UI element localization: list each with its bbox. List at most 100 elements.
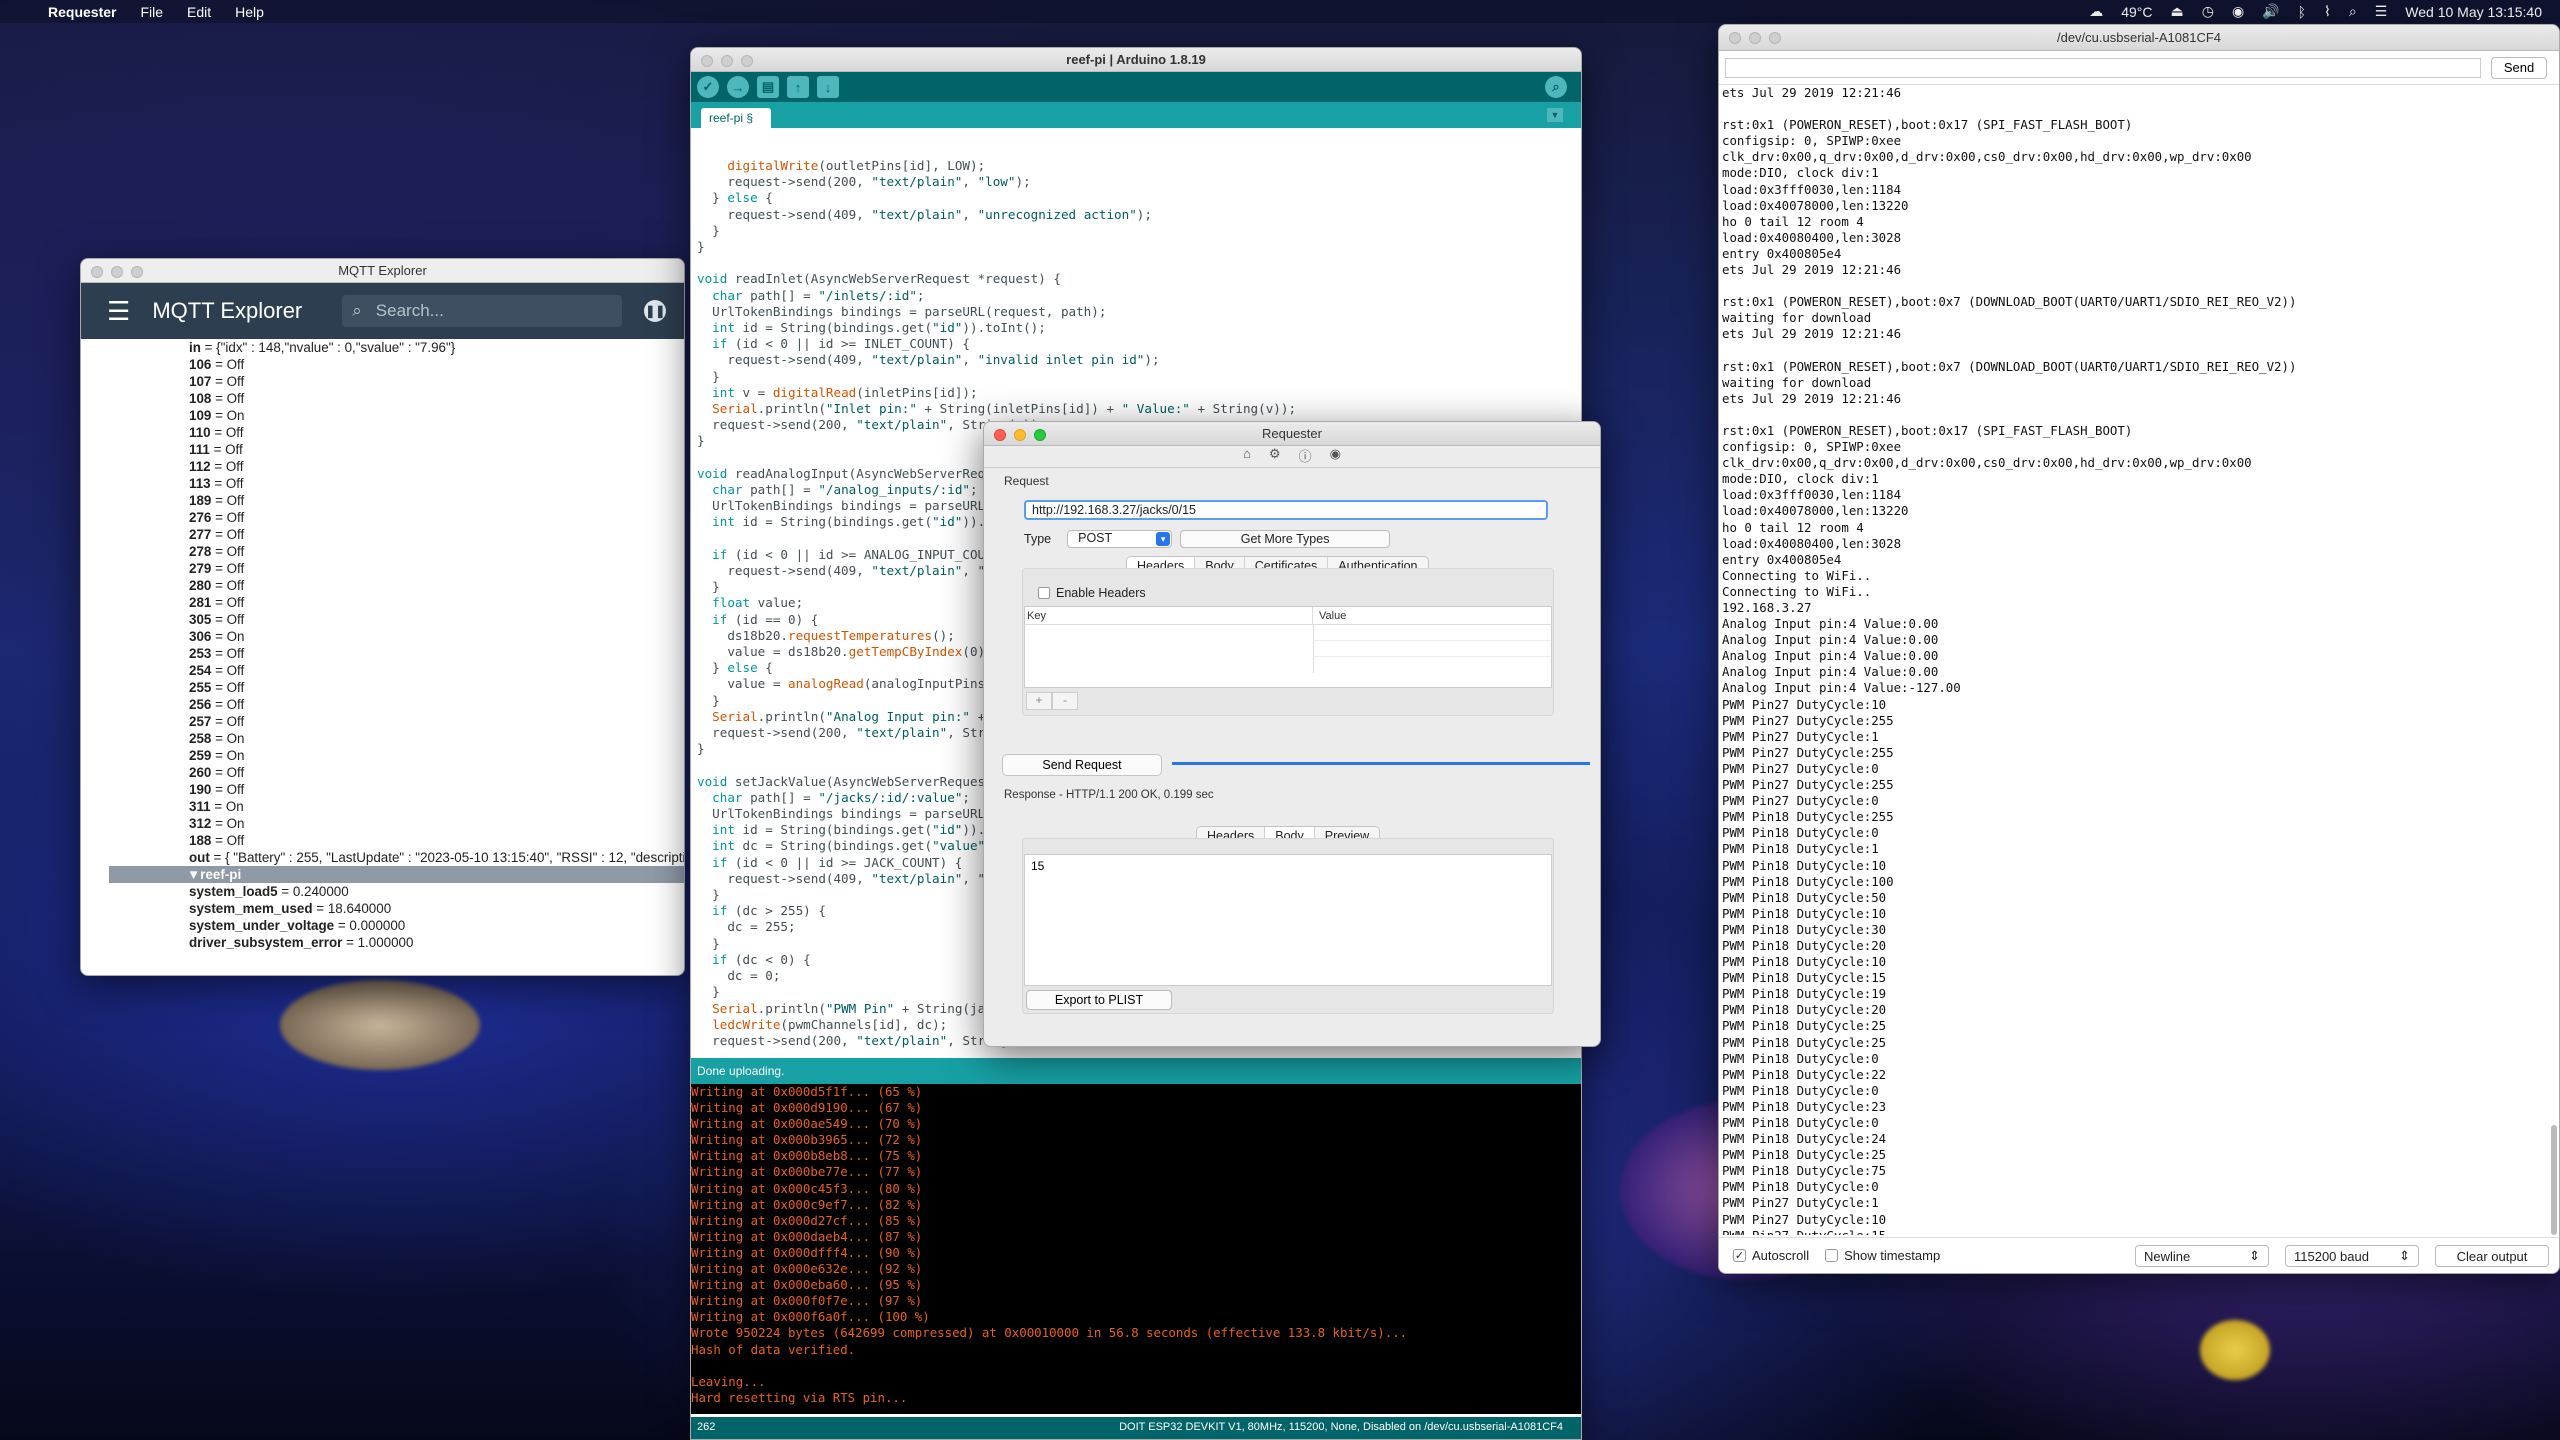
enable-headers-checkbox[interactable] bbox=[1038, 587, 1050, 599]
topic-row[interactable]: 278 = Off bbox=[109, 543, 684, 560]
tab-menu-icon[interactable]: ▼ bbox=[1547, 108, 1563, 122]
cloud-icon[interactable]: ☁ bbox=[2089, 3, 2103, 20]
mqtt-titlebar[interactable]: MQTT Explorer bbox=[81, 259, 684, 283]
topic-row[interactable]: 280 = Off bbox=[109, 577, 684, 594]
wifi-off-icon[interactable]: ⌇ bbox=[2324, 3, 2331, 20]
spotlight-search-icon[interactable]: ⌕ bbox=[2349, 3, 2357, 20]
headers-table[interactable]: Key Value bbox=[1024, 606, 1552, 688]
menubar-clock[interactable]: Wed 10 May 13:15:40 bbox=[2405, 4, 2542, 20]
gear-icon[interactable]: ⚙ bbox=[1269, 446, 1281, 467]
eye-icon[interactable]: ◉ bbox=[1330, 446, 1341, 467]
topic-row[interactable]: 110 = Off bbox=[109, 424, 684, 441]
menu-file[interactable]: File bbox=[140, 4, 163, 20]
topic-row[interactable]: 260 = Off bbox=[109, 764, 684, 781]
get-more-types-button[interactable]: Get More Types bbox=[1180, 530, 1391, 548]
serial-send-input[interactable] bbox=[1725, 57, 2481, 78]
topic-row[interactable]: 253 = Off bbox=[109, 645, 684, 662]
eject-icon[interactable]: ⏏ bbox=[2171, 3, 2184, 20]
bluetooth-icon[interactable]: ᛒ bbox=[2298, 4, 2306, 20]
topic-row[interactable]: 306 = On bbox=[109, 628, 684, 645]
topic-row[interactable]: 108 = Off bbox=[109, 390, 684, 407]
topic-row[interactable]: 109 = On bbox=[109, 407, 684, 424]
close-button[interactable] bbox=[994, 429, 1006, 441]
topic-row[interactable]: 305 = Off bbox=[109, 611, 684, 628]
export-plist-button[interactable]: Export to PLIST bbox=[1026, 990, 1172, 1010]
info-icon[interactable]: ⓘ bbox=[1299, 446, 1312, 467]
timestamp-checkbox[interactable] bbox=[1825, 1249, 1839, 1262]
topic-row[interactable]: 259 = On bbox=[109, 747, 684, 764]
home-icon[interactable]: ⌂ bbox=[1243, 446, 1251, 467]
topic-row[interactable]: 257 = Off bbox=[109, 713, 684, 730]
line-ending-select[interactable]: Newline ⇕ bbox=[2135, 1245, 2269, 1267]
topic-row[interactable]: 254 = Off bbox=[109, 662, 684, 679]
requester-titlebar[interactable]: Requester bbox=[984, 422, 1600, 446]
topic-row[interactable]: 276 = Off bbox=[109, 509, 684, 526]
topic-row[interactable]: 106 = Off bbox=[109, 356, 684, 373]
topic-row[interactable]: 107 = Off bbox=[109, 373, 684, 390]
send-button[interactable]: Send bbox=[2491, 56, 2547, 79]
scrollbar[interactable] bbox=[2551, 1125, 2557, 1235]
menu-edit[interactable]: Edit bbox=[187, 4, 211, 20]
serial-monitor-icon[interactable]: ⌕ bbox=[1545, 76, 1567, 98]
close-button[interactable] bbox=[701, 55, 713, 67]
close-button[interactable] bbox=[91, 266, 103, 278]
topic-row[interactable]: 279 = Off bbox=[109, 560, 684, 577]
method-select[interactable]: POST ▾ bbox=[1067, 530, 1173, 548]
upload-icon[interactable]: → bbox=[727, 76, 749, 98]
topic-row[interactable]: in = {"idx" : 148,"nvalue" : 0,"svalue" … bbox=[109, 339, 684, 356]
topic-row[interactable]: 190 = Off bbox=[109, 781, 684, 798]
topic-row[interactable]: system_under_voltage = 0.000000 bbox=[109, 917, 684, 934]
url-input[interactable]: http://192.168.3.27/jacks/0/15 bbox=[1024, 500, 1548, 520]
topic-row[interactable]: 256 = Off bbox=[109, 696, 684, 713]
new-sketch-icon[interactable]: ▤ bbox=[757, 76, 779, 98]
zoom-button[interactable] bbox=[1034, 429, 1046, 441]
autoscroll-checkbox[interactable]: ✓ bbox=[1733, 1249, 1746, 1262]
topic-row[interactable]: system_load5 = 0.240000 bbox=[109, 883, 684, 900]
add-row-button[interactable]: + bbox=[1026, 692, 1052, 710]
minimize-button[interactable] bbox=[1014, 429, 1026, 441]
search-input[interactable]: ⌕ Search... bbox=[342, 295, 623, 327]
menu-help[interactable]: Help bbox=[235, 4, 264, 20]
topic-row[interactable]: 189 = Off bbox=[109, 492, 684, 509]
minimize-button[interactable] bbox=[721, 55, 733, 67]
topic-row[interactable]: 188 = Off bbox=[109, 832, 684, 849]
topic-row[interactable]: ▼reef-pi bbox=[109, 866, 684, 883]
clear-output-button[interactable]: Clear output bbox=[2435, 1245, 2549, 1267]
control-center-icon[interactable]: ☰ bbox=[2375, 3, 2388, 20]
baud-rate-select[interactable]: 115200 baud ⇕ bbox=[2285, 1245, 2419, 1267]
topic-row[interactable]: driver_subsystem_error = 1.000000 bbox=[109, 934, 684, 951]
topic-row[interactable]: 311 = On bbox=[109, 798, 684, 815]
save-sketch-icon[interactable]: ↓ bbox=[817, 76, 839, 98]
verify-icon[interactable]: ✓ bbox=[697, 76, 719, 98]
topic-row[interactable]: 258 = On bbox=[109, 730, 684, 747]
topic-row[interactable]: 112 = Off bbox=[109, 458, 684, 475]
volume-icon[interactable]: 🔊 bbox=[2262, 3, 2279, 20]
topic-tree[interactable]: in = {"idx" : 148,"nvalue" : 0,"svalue" … bbox=[81, 339, 684, 951]
topic-row[interactable]: out = { "Battery" : 255, "LastUpdate" : … bbox=[109, 849, 684, 866]
open-sketch-icon[interactable]: ↑ bbox=[787, 76, 809, 98]
user-icon[interactable]: ◉ bbox=[2232, 3, 2244, 20]
time-machine-icon[interactable]: ◷ bbox=[2202, 3, 2214, 20]
topic-row[interactable]: 255 = Off bbox=[109, 679, 684, 696]
serial-output[interactable]: ets Jul 29 2019 12:21:46 rst:0x1 (POWERON… bbox=[1719, 85, 2544, 1235]
hamburger-menu-icon[interactable]: ☰ bbox=[107, 296, 130, 327]
send-request-button[interactable]: Send Request bbox=[1002, 754, 1162, 776]
pause-button[interactable]: ❚❚ bbox=[644, 300, 667, 322]
topic-row[interactable]: 281 = Off bbox=[109, 594, 684, 611]
output-console[interactable]: Writing at 0x000d5f1f... (65 %) Writing a… bbox=[691, 1084, 1581, 1414]
topic-row[interactable]: 111 = Off bbox=[109, 441, 684, 458]
topic-row[interactable]: system_mem_used = 18.640000 bbox=[109, 900, 684, 917]
minimize-button[interactable] bbox=[1749, 32, 1761, 44]
arduino-titlebar[interactable]: reef-pi | Arduino 1.8.19 bbox=[691, 48, 1581, 72]
response-body[interactable]: 15 bbox=[1024, 854, 1552, 986]
tab-reef-pi[interactable]: reef-pi § bbox=[701, 108, 771, 128]
topic-row[interactable]: 312 = On bbox=[109, 815, 684, 832]
close-button[interactable] bbox=[1729, 32, 1741, 44]
zoom-button[interactable] bbox=[131, 266, 143, 278]
menu-app-name[interactable]: Requester bbox=[48, 4, 116, 20]
cpu-temp-status[interactable]: 49°C bbox=[2121, 4, 2152, 20]
serial-titlebar[interactable]: /dev/cu.usbserial-A1081CF4 bbox=[1719, 25, 2559, 51]
zoom-button[interactable] bbox=[1769, 32, 1781, 44]
remove-row-button[interactable]: - bbox=[1052, 692, 1078, 710]
topic-row[interactable]: 277 = Off bbox=[109, 526, 684, 543]
